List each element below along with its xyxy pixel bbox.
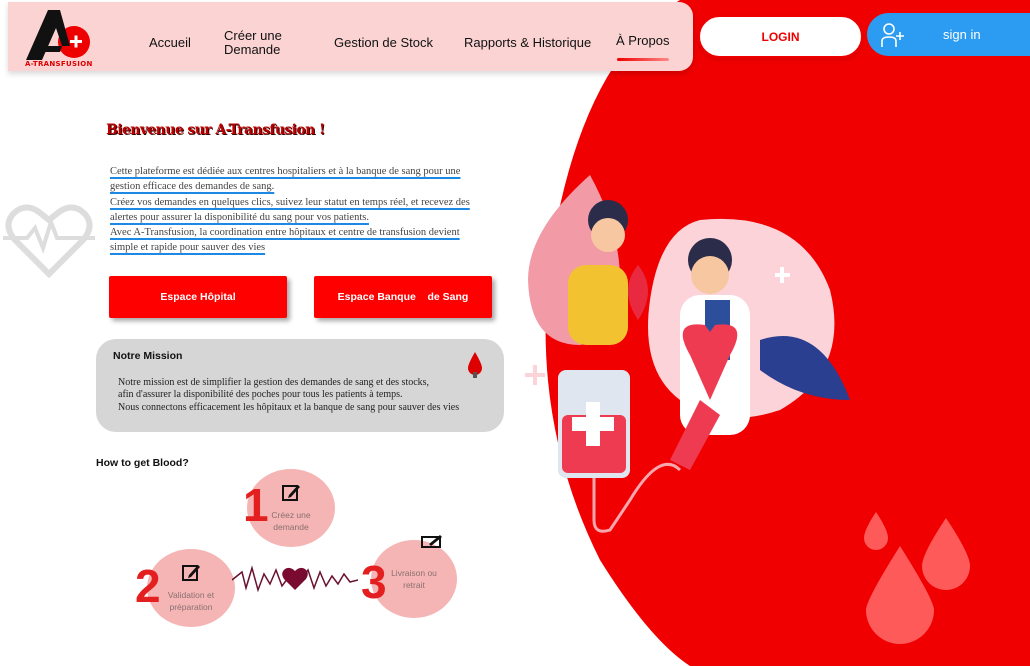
heartbeat-line-icon	[232, 565, 358, 593]
step-1-number: 1	[243, 479, 269, 531]
welcome-title: Bienvenue sur A-Transfusion !	[106, 122, 325, 138]
intro-line: Avec A-Transfusion, la coordination entr…	[110, 227, 460, 239]
howto-title: How to get Blood?	[96, 457, 189, 469]
user-plus-icon	[881, 22, 904, 47]
nav-active-indicator	[617, 58, 669, 61]
login-button[interactable]: LOGIN	[698, 15, 863, 58]
step-1-line2: demande	[273, 522, 309, 532]
logo-text: A-TRANSFUSION	[25, 60, 93, 68]
intro-line: Cette plateforme est dédiée aux centres …	[110, 166, 461, 177]
step-1-line1: Créez une	[271, 510, 311, 520]
heart-pulse-icon	[3, 204, 95, 278]
hero-illustration	[525, 175, 850, 533]
intro-paragraph: Cette plateforme est dédiée aux centres …	[110, 164, 510, 256]
espace-banque-button[interactable]: Espace Banque de Sang	[314, 276, 492, 318]
blood-drop-icon	[468, 352, 482, 378]
intro-line: Créez vos demandes en quelques clics, su…	[110, 196, 470, 208]
intro-line: gestion efficace des demandes de sang.	[110, 181, 275, 193]
mission-title: Notre Mission	[113, 350, 183, 362]
intro-line: alertes pour assurer la disponibilité du…	[110, 211, 369, 223]
espace-hopital-button[interactable]: Espace Hôpital	[109, 276, 287, 318]
signin-label: sign in	[943, 27, 981, 42]
nav-item-accueil[interactable]: Accueil	[149, 36, 191, 50]
step-2-number: 2	[135, 560, 161, 612]
step-2-line1: Validation et	[167, 590, 215, 600]
edit-icon	[182, 565, 200, 581]
edit-icon	[282, 485, 300, 501]
step-3-line1: Livraison ou	[391, 568, 437, 578]
intro-line: simple et rapide pour sauver des vies	[110, 242, 266, 254]
nav-item-rapports[interactable]: Rapports & Historique	[464, 36, 591, 50]
nav-item-a-propos[interactable]: À Propos	[616, 34, 669, 48]
mission-text: Notre mission est de simplifier la gesti…	[118, 377, 460, 413]
edit-icon	[421, 535, 442, 548]
blood-drops-icon	[864, 512, 970, 644]
step-2-line2: préparation	[169, 602, 213, 612]
step-3-line2: retrait	[403, 580, 425, 590]
nav-item-creer-demande[interactable]: Créer une Demande	[224, 29, 294, 57]
signin-button[interactable]: sign in	[867, 13, 1030, 56]
nav-item-gestion-stock[interactable]: Gestion de Stock	[334, 36, 433, 50]
step-3-number: 3	[361, 556, 387, 608]
